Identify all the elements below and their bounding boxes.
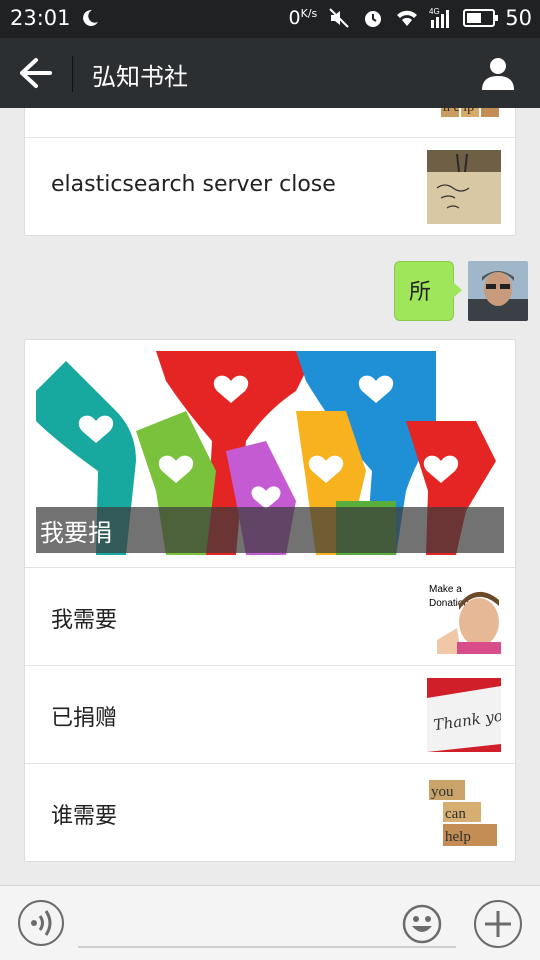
donation-card: 我要捐 我需要 Make a Donation 已捐赠 Thank you 谁需… [24,339,516,862]
emoji-icon[interactable] [402,904,442,944]
person-icon[interactable] [480,56,516,90]
wifi-icon [397,10,418,26]
hero-caption: 我要捐 [36,507,504,553]
signal-icon: 4G [429,7,450,28]
back-arrow-icon[interactable] [16,56,56,90]
thumb-you-can-help-image: you can help [427,776,501,850]
plus-button[interactable] [474,900,522,948]
status-time: 23:01 [10,6,71,30]
voice-button[interactable] [18,900,64,946]
status-right: 0K/s 4G 50 [289,6,532,30]
list-item-label: 谁需要 [51,804,118,829]
list-item-label: 已捐赠 [51,706,118,731]
moon-icon [83,9,98,26]
article-card-top: h e lp elasticsearch server close [24,108,516,236]
net-speed-value: 0 [288,7,301,29]
svg-text:h e lp: h e lp [443,108,474,115]
mute-icon [329,8,349,28]
message-text: 所 [409,280,432,305]
list-item[interactable]: h e lp [25,108,515,137]
battery-level: 50 [505,6,532,30]
thumb-can-help-image: h e lp [427,108,501,125]
title-divider [72,56,73,92]
thumb-thank-you-image: Thank you [427,678,501,752]
thumb-note-photo [427,150,501,224]
list-item[interactable]: 已捐赠 Thank you [25,665,515,763]
net-speed-unit: K/s [300,7,318,20]
svg-text:you: you [431,784,454,800]
chat-content[interactable]: h e lp elasticsearch server close 所 [0,108,540,885]
input-bar [0,885,540,960]
svg-text:Make a: Make a [429,584,462,595]
network-type: 4G [429,7,440,16]
plus-icon [485,911,511,937]
svg-text:help: help [445,829,471,845]
title-bar: 弘知书社 [0,38,540,108]
battery-icon [463,9,499,27]
hero-banner[interactable]: 我要捐 [36,351,504,555]
list-item-label: elasticsearch server close [51,172,336,197]
list-item-label: 我需要 [51,608,118,633]
sent-message: 所 [308,261,528,323]
message-input[interactable] [78,946,456,948]
list-item[interactable]: 我需要 Make a Donation [25,567,515,665]
avatar[interactable] [468,261,528,321]
list-item[interactable]: 谁需要 you can help [25,763,515,861]
thumb-make-donation-image: Make a Donation [427,580,501,654]
alarm-icon [365,11,382,27]
status-bar: 23:01 0K/s 4G 50 [0,0,540,38]
page-title: 弘知书社 [92,63,188,91]
svg-text:can: can [445,806,466,822]
voice-icon [31,910,52,936]
net-speed: 0K/s [289,7,318,29]
list-item[interactable]: elasticsearch server close [25,137,515,235]
message-bubble[interactable]: 所 [394,261,462,321]
